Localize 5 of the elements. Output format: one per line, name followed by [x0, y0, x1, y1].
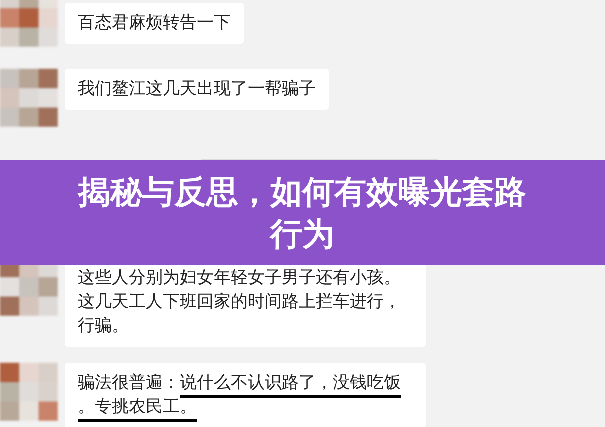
- banner-title: 揭秘与反思，如何有效曝光套路行为: [76, 172, 528, 254]
- message-text: 这些人分别为妇女年轻女子男子还有小孩。这几天工人下班回家的时间路上拦车进行，行骗。: [78, 267, 402, 338]
- message-text: 百态君麻烦转告一下: [78, 12, 231, 35]
- message-text: 我们鳌江这几天出现了一帮骗子: [78, 78, 316, 101]
- message-text: 骗法很普遍：说什么不认识路了，没钱吃饭。专挑农民工。: [78, 371, 413, 419]
